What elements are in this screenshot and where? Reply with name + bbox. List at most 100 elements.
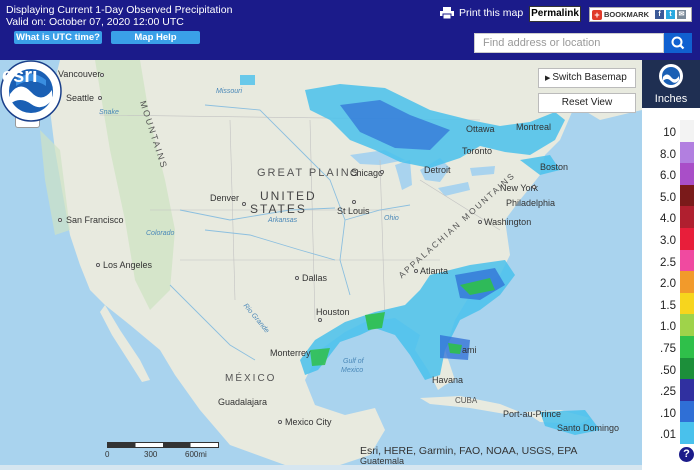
legend-swatch [680, 400, 694, 423]
city-dot [96, 263, 100, 267]
legend-swatch [680, 314, 694, 336]
legend-header: Inches [642, 60, 700, 108]
map-help-button[interactable]: Map Help [111, 31, 200, 44]
print-map-button[interactable]: Print this map [440, 7, 523, 19]
label-seattle: Seattle [66, 93, 95, 103]
reset-view-button[interactable]: Reset View [538, 93, 636, 113]
switch-basemap-button[interactable]: ▶ Switch Basemap [538, 68, 636, 88]
label-montreal: Montreal [516, 122, 552, 132]
label-san-francisco: San Francisco [66, 215, 124, 225]
label-snake-river: Snake [99, 109, 119, 116]
legend-swatch [680, 422, 694, 444]
label-washington: Washington [484, 217, 532, 227]
label-gulf-mexico: Mexico [341, 367, 364, 374]
label-boston: Boston [540, 162, 569, 172]
title-line-1: Displaying Current 1-Day Observed Precip… [6, 4, 233, 16]
utc-time-button[interactable]: What is UTC time? [14, 31, 102, 44]
scale-label-0: 0 [105, 450, 110, 459]
legend-help-icon[interactable]: ? [679, 447, 694, 462]
valid-date: Valid on: October 07, 2020 12:00 UTC [6, 16, 184, 28]
app-header: Displaying Current 1-Day Observed Precip… [0, 0, 700, 60]
city-dot [478, 220, 482, 224]
label-great-plains: GREAT PLAINS [257, 167, 361, 179]
legend-value: 2.5 [660, 256, 676, 269]
legend-swatch [680, 379, 694, 401]
scale-label-300: 300 [144, 450, 158, 459]
label-guadalajara: Guadalajara [218, 397, 268, 407]
legend-swatch [680, 228, 694, 250]
city-dot [242, 202, 246, 206]
search-input[interactable]: Find address or location [474, 33, 664, 53]
legend-swatch [680, 357, 694, 380]
label-vancouver: Vancouver [58, 69, 101, 79]
label-united: UNITED [260, 189, 317, 203]
label-houston: Houston [316, 307, 350, 317]
print-label: Print this map [459, 7, 524, 19]
legend-value: 5.0 [660, 191, 676, 204]
city-dot [100, 73, 104, 77]
label-santo-domingo: Santo Domingo [557, 423, 620, 433]
legend-swatch [680, 206, 694, 228]
legend-value: 2.0 [660, 278, 676, 291]
facebook-icon[interactable]: f [655, 10, 664, 19]
label-st-louis: St Louis [337, 206, 370, 216]
legend-swatch [680, 141, 694, 164]
label-arkansas-river: Arkansas [268, 217, 298, 224]
label-havana: Havana [432, 375, 464, 385]
label-cuba: CUBA [455, 396, 478, 405]
label-mexico: MÉXICO [225, 373, 277, 384]
label-atlanta: Atlanta [420, 266, 449, 276]
twitter-icon[interactable]: t [666, 10, 675, 19]
bookmark-button[interactable]: + BOOKMARK f t ✉ [589, 7, 692, 22]
legend-value: 1.5 [660, 299, 676, 312]
legend-unit: Inches [654, 93, 688, 105]
permalink-button[interactable]: Permalink [529, 6, 581, 22]
printer-icon [440, 7, 454, 19]
label-states: STATES [250, 202, 307, 216]
legend-value: 6.0 [660, 170, 676, 183]
legend-swatch [680, 163, 694, 185]
label-missouri-river: Missouri [216, 88, 243, 95]
legend-value: 8.0 [660, 148, 676, 161]
city-dot [278, 420, 282, 424]
label-detroit: Detroit [424, 165, 451, 175]
email-icon[interactable]: ✉ [677, 10, 686, 19]
label-toronto: Toronto [462, 146, 493, 156]
city-dot [380, 170, 384, 174]
legend-value: .75 [660, 343, 676, 355]
legend-value: 3.0 [660, 235, 676, 247]
legend-swatch [680, 184, 694, 207]
noaa-emblem-icon [659, 64, 683, 88]
label-ohio-river: Ohio [384, 215, 399, 222]
legend-swatch [680, 292, 694, 315]
city-dot [295, 276, 299, 280]
label-mexico-city: Mexico City [285, 417, 332, 427]
search-icon [671, 36, 685, 50]
label-chicago: Chicago [350, 168, 384, 178]
legend-swatch [680, 336, 694, 358]
city-dot [58, 218, 62, 222]
legend-value: .10 [660, 407, 676, 420]
label-los-angeles: Los Angeles [103, 260, 153, 270]
bookmark-label: BOOKMARK [604, 10, 649, 19]
label-dallas: Dallas [302, 273, 328, 283]
label-gulf-of: Gulf of [343, 358, 364, 365]
search-button[interactable] [664, 33, 692, 53]
legend-value: .01 [660, 429, 676, 442]
legend-value: 10 [663, 127, 676, 139]
label-ottawa: Ottawa [466, 124, 495, 134]
plus-icon: + [592, 9, 602, 20]
legend-swatch [680, 120, 694, 142]
svg-text:esri: esri [2, 65, 38, 85]
page-title: Displaying Current 1-Day Observed Precip… [6, 4, 232, 28]
label-miami: ami [462, 345, 477, 355]
city-dot [318, 318, 322, 322]
legend-swatch [680, 249, 694, 272]
legend-value: .25 [660, 386, 676, 399]
map-canvas[interactable]: Vancouver Seattle San Francisco Los Ange… [0, 60, 642, 465]
map-attribution: Esri, HERE, Garmin, FAO, NOAA, USGS, EPA [360, 445, 578, 457]
city-dot [98, 96, 102, 100]
label-port-au-prince: Port-au-Prince [503, 409, 562, 419]
esri-logo: esri [2, 65, 38, 85]
legend-value: 1.0 [660, 321, 676, 334]
